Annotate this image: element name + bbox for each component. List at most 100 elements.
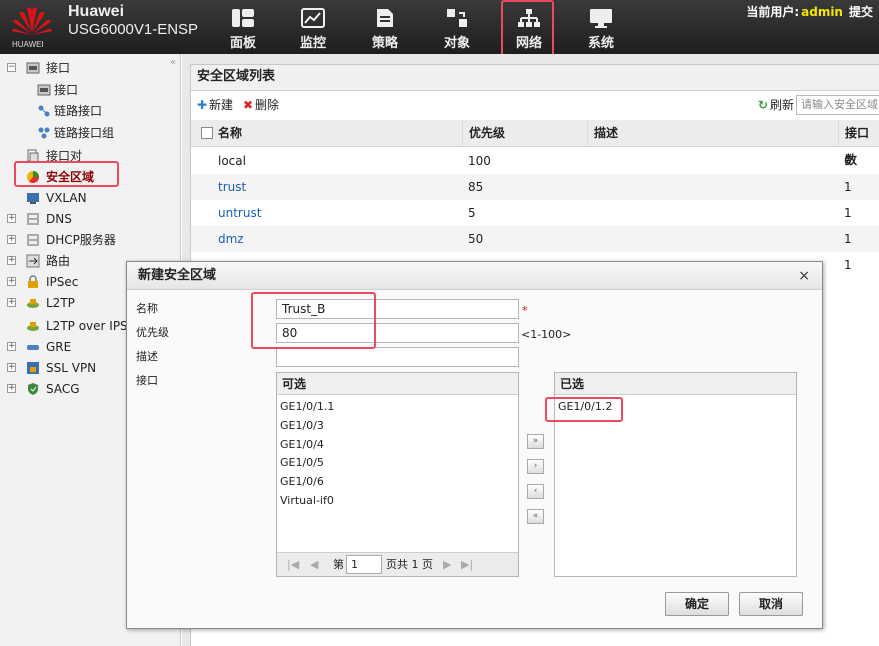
expand-icon[interactable]: +: [7, 298, 16, 307]
nav-label: 监控: [299, 36, 326, 51]
zone-priority: 85: [468, 180, 484, 194]
add-icon: ✚: [196, 98, 208, 112]
sidebar-item-label: 路由: [46, 254, 71, 268]
submit-link[interactable]: 提交: [849, 5, 873, 19]
zone-priority: 100: [468, 154, 491, 168]
gre-tunnel-icon: [27, 345, 39, 350]
column-name[interactable]: 名称: [212, 120, 242, 147]
zone-name-link[interactable]: dmz: [218, 226, 244, 252]
l2tp-ipsec-icon: [27, 322, 39, 331]
table-row[interactable]: untrust 5 1: [191, 200, 879, 226]
username[interactable]: admin: [801, 5, 843, 19]
next-page-icon[interactable]: ▶: [443, 553, 451, 577]
nav-policy[interactable]: 策略: [350, 0, 420, 54]
sidebar-item-label: VXLAN: [46, 191, 87, 205]
expand-icon[interactable]: +: [7, 214, 16, 223]
pagination-bar: |◀ ◀ 第 1 页共 1 页 ▶ ▶|: [277, 552, 518, 576]
dns-icon: [27, 213, 39, 225]
sidebar-item-interface-group[interactable]: − 接口: [0, 58, 180, 78]
sidebar-item-link-interface-group[interactable]: 链路接口组: [0, 123, 180, 143]
sidebar-item-label: 接口: [54, 83, 79, 97]
sidebar-item-dns[interactable]: + DNS: [0, 209, 180, 229]
move-all-left-button[interactable]: «: [527, 509, 544, 524]
list-item[interactable]: GE1/0/5: [280, 454, 324, 472]
expand-icon[interactable]: +: [7, 235, 16, 244]
objects-icon: [447, 9, 467, 27]
refresh-button[interactable]: ↻ 刷新: [756, 97, 794, 113]
page-total: 页共 1 页: [386, 558, 433, 571]
ok-button[interactable]: 确定: [665, 592, 729, 616]
sidebar-item-label: SSL VPN: [46, 361, 97, 375]
expand-icon[interactable]: +: [7, 384, 16, 393]
table-row[interactable]: local 100 0: [191, 148, 879, 174]
available-interfaces-list: 可选 GE1/0/1.1 GE1/0/3 GE1/0/4 GE1/0/5 GE1…: [276, 372, 519, 577]
zone-interface-count: 1: [844, 180, 852, 194]
display-icon: [590, 9, 612, 28]
list-item[interactable]: GE1/0/3: [280, 417, 324, 435]
sidebar-item-interface[interactable]: 接口: [0, 80, 180, 100]
column-interface-count[interactable]: 接口数: [838, 120, 879, 167]
first-page-icon[interactable]: |◀: [287, 553, 299, 577]
collapse-icon[interactable]: −: [7, 63, 16, 72]
move-right-button[interactable]: ›: [527, 459, 544, 474]
column-priority[interactable]: 优先级: [462, 120, 587, 147]
description-label: 描述: [136, 350, 158, 363]
ipsec-lock-icon: [28, 275, 38, 288]
delete-button[interactable]: ✖ 删除: [241, 97, 279, 113]
expand-icon[interactable]: +: [7, 342, 16, 351]
sidebar-item-link-interface[interactable]: 链路接口: [0, 101, 180, 121]
cancel-button[interactable]: 取消: [739, 592, 803, 616]
ssl-vpn-icon: [27, 362, 39, 374]
sidebar-item-vxlan[interactable]: VXLAN: [0, 188, 180, 208]
logo-text: HUAWEI: [12, 40, 44, 49]
new-button[interactable]: ✚ 新建: [195, 97, 233, 113]
page-number-input[interactable]: 1: [346, 555, 382, 574]
search-input[interactable]: 请输入安全区域: [796, 95, 879, 115]
new-label: 新建: [209, 98, 234, 112]
zone-name: local: [218, 154, 246, 168]
sidebar-item-label: 链路接口: [54, 104, 103, 118]
monitor-chart-icon: [301, 8, 325, 28]
table-row[interactable]: trust 85 1: [191, 174, 879, 200]
expand-icon[interactable]: +: [7, 277, 16, 286]
move-all-right-button[interactable]: »: [527, 434, 544, 449]
device-model: USG6000V1-ENSP: [68, 21, 199, 38]
sidebar-item-dhcp-server[interactable]: + DHCP服务器: [0, 230, 180, 250]
interface-label: 接口: [136, 374, 158, 387]
dialog-title: 新建安全区域: [127, 262, 822, 290]
new-security-zone-dialog: 新建安全区域 × 名称 Trust_B * 优先级 80 <1-100> 描述 …: [126, 261, 823, 629]
description-field[interactable]: [276, 347, 519, 367]
table-header: 名称 优先级 描述 接口数: [191, 120, 879, 167]
list-item[interactable]: GE1/0/4: [280, 436, 324, 454]
table-row[interactable]: dmz 50 1: [191, 226, 879, 252]
move-left-button[interactable]: ‹: [527, 484, 544, 499]
column-description[interactable]: 描述: [587, 120, 838, 147]
document-icon: [377, 9, 393, 27]
shield-icon: [28, 383, 38, 395]
prev-page-icon[interactable]: ◀: [310, 553, 318, 577]
sidebar-item-label: GRE: [46, 340, 72, 354]
nav-dashboard[interactable]: 面板: [208, 0, 278, 54]
delete-icon: ✖: [242, 98, 254, 112]
zone-name-link[interactable]: trust: [218, 174, 246, 200]
nav-objects[interactable]: 对象: [422, 0, 492, 54]
sidebar-item-label: 接口: [46, 61, 71, 75]
expand-icon[interactable]: +: [7, 256, 16, 265]
last-page-icon[interactable]: ▶|: [461, 553, 473, 577]
nav-system[interactable]: 系统: [566, 0, 636, 54]
list-item[interactable]: Virtual-if0: [280, 492, 334, 510]
sidebar-item-label: 链路接口组: [54, 126, 115, 140]
expand-icon[interactable]: +: [7, 363, 16, 372]
sidebar-item-label: DNS: [46, 212, 72, 226]
priority-label: 优先级: [136, 326, 169, 339]
nav-label: 策略: [371, 36, 398, 51]
list-item[interactable]: GE1/0/6: [280, 473, 324, 491]
brand-name: Huawei: [68, 3, 125, 20]
list-item[interactable]: GE1/0/1.1: [280, 398, 334, 416]
page-title: 安全区域列表: [191, 65, 879, 91]
zone-name-link[interactable]: untrust: [218, 200, 261, 226]
top-bar: HUAWEI Huawei USG6000V1-ENSP 面板 监控 策略 对象…: [0, 0, 879, 54]
nav-monitor[interactable]: 监控: [278, 0, 348, 54]
user-prefix: 当前用户:: [746, 5, 800, 19]
close-icon[interactable]: ×: [798, 262, 810, 290]
